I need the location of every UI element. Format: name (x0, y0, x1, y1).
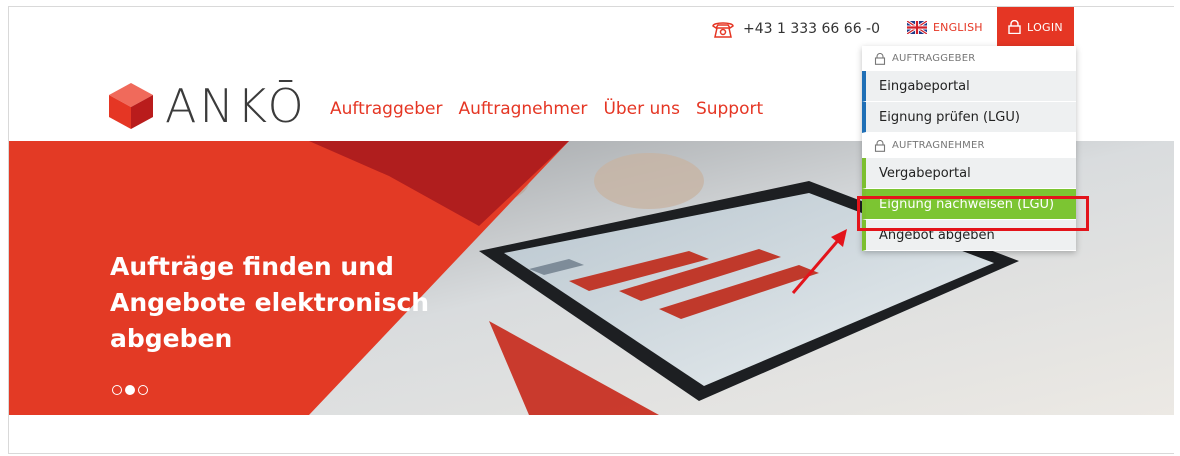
hero-title: Aufträge finden und Angebote elektronisc… (110, 252, 430, 353)
uk-flag-icon (907, 21, 927, 34)
dropdown-group-label: AUFTRAGNEHMER (892, 140, 985, 151)
nav-ueber-uns[interactable]: Über uns (603, 99, 680, 119)
phone-number: +43 1 333 66 66 -0 (743, 21, 881, 37)
menu-item-vergabeportal[interactable]: Vergabeportal (862, 158, 1076, 189)
dropdown-group-auftragnehmer: AUFTRAGNEHMER (862, 133, 1076, 158)
login-button[interactable]: LOGIN (997, 7, 1074, 47)
login-label: LOGIN (1027, 20, 1063, 34)
anko-logo-icon (109, 83, 153, 129)
browser-viewport: +43 1 333 66 66 -0 ENGLISH LOGIN ANKŌ Au… (8, 6, 1174, 454)
slider-dot-2[interactable] (125, 385, 135, 395)
phone-contact[interactable]: +43 1 333 66 66 -0 (711, 19, 880, 39)
language-switch[interactable]: ENGLISH (907, 21, 983, 34)
utility-bar: +43 1 333 66 66 -0 ENGLISH LOGIN (9, 7, 1174, 47)
menu-item-eignung-pruefen[interactable]: Eignung prüfen (LGU) (862, 102, 1076, 133)
highlight-box (857, 196, 1089, 231)
annotation-arrow-icon (791, 229, 847, 294)
nav-auftraggeber[interactable]: Auftraggeber (330, 99, 442, 119)
main-nav: Auftraggeber Auftragnehmer Über uns Supp… (330, 99, 763, 119)
nav-support[interactable]: Support (696, 99, 763, 119)
slider-dot-3[interactable] (138, 385, 148, 395)
menu-item-eingabeportal[interactable]: Eingabeportal (862, 71, 1076, 102)
dropdown-group-auftraggeber: AUFTRAGGEBER (862, 46, 1076, 71)
site-logo[interactable]: ANKŌ (107, 81, 307, 131)
lock-icon (874, 52, 886, 65)
lock-icon (1008, 20, 1021, 34)
nav-auftragnehmer[interactable]: Auftragnehmer (458, 99, 587, 119)
slider-dot-1[interactable] (112, 385, 122, 395)
dropdown-group-label: AUFTRAGGEBER (892, 53, 976, 64)
slider-dots (112, 385, 148, 395)
language-label: ENGLISH (933, 21, 983, 34)
telephone-icon (712, 22, 734, 38)
logo-wordmark: ANKŌ (165, 79, 307, 133)
lock-icon (874, 139, 886, 152)
